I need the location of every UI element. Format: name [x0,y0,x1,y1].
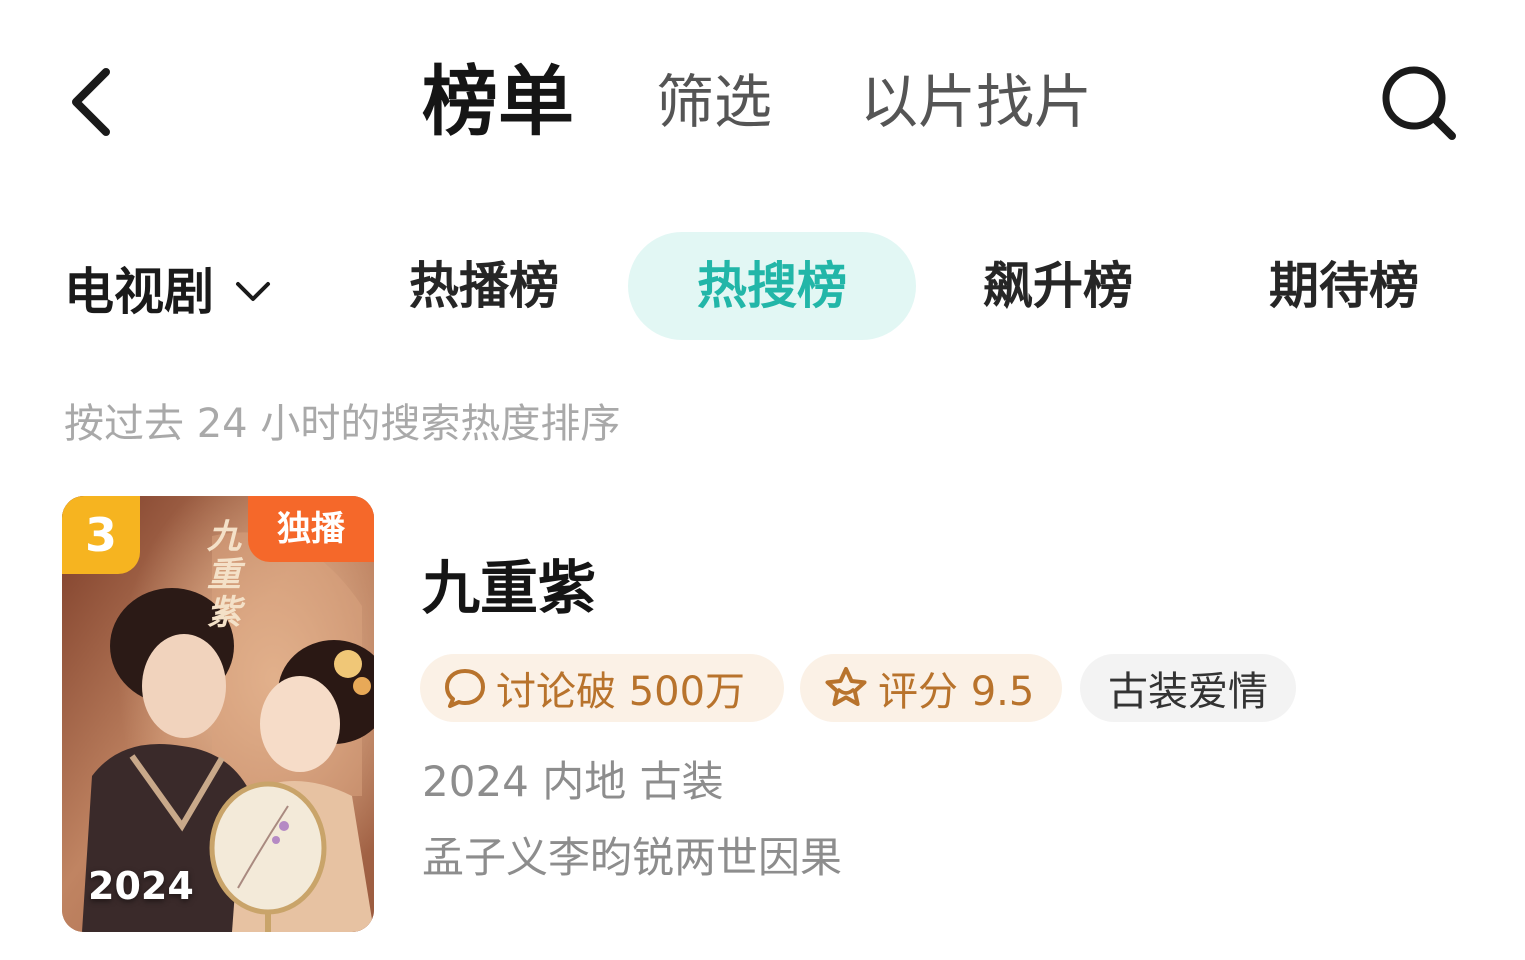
genre-tag-text: 古装爱情 [1108,669,1268,715]
poster-image[interactable]: 九重紫 3 独播 2024 [62,496,374,932]
tab-hot-search[interactable]: 热搜榜 [628,232,916,340]
rating-tag-text: 评分 9.5 [878,669,1035,715]
tab-find-by-title[interactable]: 以片找片 [860,56,1092,148]
genre-tag[interactable]: 古装爱情 [1080,654,1296,722]
list-item[interactable]: 九重紫 3 独播 2024 九重紫 讨论破 500万 评分 9.5 古装爱情 2… [0,490,1525,940]
tab-hot-play[interactable]: 热播榜 [340,232,628,340]
rank-badge: 3 [62,496,140,574]
tab-rising[interactable]: 飙升榜 [914,232,1202,340]
back-button[interactable] [62,60,126,144]
exclusive-badge: 独播 [248,496,374,562]
poster-title-calligraphy: 九重紫 [207,517,241,633]
ranking-description: 按过去 24 小时的搜索热度排序 [64,401,621,447]
rating-tag[interactable]: 评分 9.5 [800,654,1062,722]
tab-filter[interactable]: 筛选 [656,56,772,148]
discussion-tag-text: 讨论破 500万 [496,669,746,715]
category-label: 电视剧 [64,263,214,321]
poster-year: 2024 [88,864,194,908]
category-dropdown[interactable]: 电视剧 [64,250,272,326]
item-meta: 2024 内地 古装 [422,757,724,806]
comment-icon [445,669,485,708]
tab-anticipated[interactable]: 期待榜 [1200,232,1488,340]
discussion-tag[interactable]: 讨论破 500万 [420,654,784,722]
tab-ranking[interactable]: 榜单 [422,56,574,148]
search-button[interactable] [1374,62,1460,142]
search-icon [1382,66,1456,140]
chevron-left-icon [72,68,110,136]
chevron-down-icon [236,282,270,301]
star-icon [825,667,867,706]
item-title[interactable]: 九重紫 [422,548,596,628]
item-description: 孟子义李昀锐两世因果 [422,833,843,882]
